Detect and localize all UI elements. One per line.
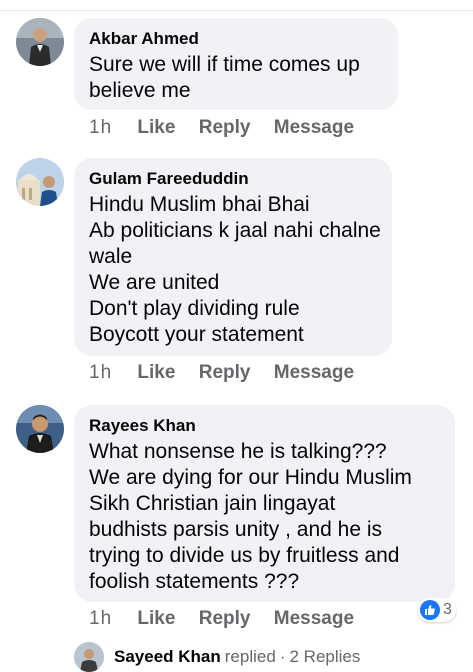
timestamp[interactable]: 1h	[89, 362, 112, 384]
avatar[interactable]	[16, 18, 64, 66]
timestamp[interactable]: 1h	[89, 117, 112, 139]
comment-line: Boycott your statement	[89, 323, 304, 346]
comment-author[interactable]: Akbar Ahmed	[89, 28, 382, 50]
profile-photo-icon	[16, 405, 64, 453]
comment-line: foolish statements ???	[89, 570, 300, 593]
comment-text: Sure we will if time comes up believe me	[89, 52, 382, 104]
avatar[interactable]	[16, 158, 64, 206]
comment-actions: 1h Like Reply Message	[89, 362, 372, 384]
profile-photo-icon	[16, 158, 64, 206]
comment-line: Don't play dividing rule	[89, 297, 300, 320]
comment-bubble: Akbar Ahmed Sure we will if time comes u…	[74, 18, 398, 110]
reply-action: replied	[224, 647, 276, 666]
comment-line: Sure we will if time comes up	[89, 53, 360, 76]
reply-button[interactable]: Reply	[199, 608, 251, 630]
like-button[interactable]: Like	[137, 608, 175, 630]
comment-line: We are dying for our Hindu Muslim	[89, 466, 412, 489]
reply-separator: ·	[279, 647, 286, 666]
comment-text: What nonsense he is talking??? We are dy…	[89, 439, 439, 595]
comment-actions: 1h Like Reply Message	[89, 117, 372, 139]
comment-line: Hindu Muslim bhai Bhai	[89, 193, 310, 216]
avatar	[74, 642, 104, 672]
like-button[interactable]: Like	[137, 117, 175, 139]
reply-button[interactable]: Reply	[199, 117, 251, 139]
message-button[interactable]: Message	[274, 117, 354, 139]
message-button[interactable]: Message	[274, 362, 354, 384]
comment-line: believe me	[89, 79, 191, 102]
profile-photo-icon	[16, 18, 64, 66]
comment-line: trying to divide us by fruitless and	[89, 544, 400, 567]
comment-line: wale	[89, 245, 133, 268]
reaction-summary[interactable]: 3	[418, 598, 456, 622]
comment-line: Ab politicians k jaal nahi chalne	[89, 219, 381, 242]
like-reaction-icon	[420, 600, 440, 620]
timestamp[interactable]: 1h	[89, 608, 112, 630]
avatar[interactable]	[16, 405, 64, 453]
reply-button[interactable]: Reply	[199, 362, 251, 384]
like-button[interactable]: Like	[137, 362, 175, 384]
profile-photo-icon	[74, 642, 104, 672]
message-button[interactable]: Message	[274, 608, 354, 630]
comment-text: Hindu Muslim bhai Bhai Ab politicians k …	[89, 192, 381, 348]
reaction-count: 3	[443, 601, 452, 618]
comment-actions: 1h Like Reply Message	[89, 608, 372, 630]
comment-bubble: Rayees Khan What nonsense he is talking?…	[74, 405, 455, 602]
comment-line: budhists parsis unity , and he is	[89, 518, 382, 541]
comment-line: We are united	[89, 271, 220, 294]
reply-author[interactable]: Sayeed Khan	[114, 647, 221, 667]
comment-bubble: Gulam Fareeduddin Hindu Muslim bhai Bhai…	[74, 158, 392, 356]
comment-author[interactable]: Rayees Khan	[89, 415, 439, 437]
comment-line: Sikh Christian jain lingayat	[89, 492, 336, 515]
reply-count[interactable]: 2 Replies	[289, 647, 360, 667]
replies-preview[interactable]: Sayeed Khan replied · 2 Replies	[74, 642, 360, 672]
comment-line: What nonsense he is talking???	[89, 440, 387, 463]
comment-author[interactable]: Gulam Fareeduddin	[89, 168, 376, 190]
top-divider	[0, 0, 473, 11]
